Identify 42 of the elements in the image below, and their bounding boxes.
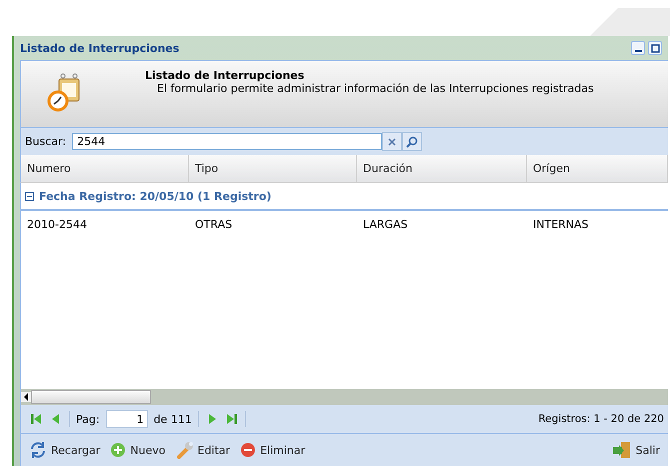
header-title: Listado de Interrupciones <box>145 69 306 82</box>
table-cell-text: 2010-2544 <box>26 218 88 230</box>
group-label: Fecha Registro: 20/05/10 (1 Registro) <box>39 190 272 202</box>
clear-button[interactable] <box>382 132 402 151</box>
maximize-button[interactable] <box>648 41 662 55</box>
page-count: de 111 <box>154 412 192 426</box>
search-field[interactable]: 2544 <box>72 133 382 150</box>
scroll-thumb[interactable] <box>31 390 151 404</box>
search-icon <box>406 136 418 148</box>
collapse-icon[interactable] <box>25 192 34 200</box>
table-cell-text: OTRAS <box>194 218 234 230</box>
minimize-icon <box>634 50 642 52</box>
first-page-icon[interactable] <box>29 412 43 426</box>
search-label: Buscar: <box>25 135 66 148</box>
last-page-icon[interactable] <box>224 412 239 426</box>
header-description: El formulario permite administrar información de las Interrupciones registradas <box>156 82 594 95</box>
table-cell-text: INTERNAS <box>532 218 590 230</box>
column-header[interactable]: Duración <box>357 155 527 182</box>
minimize-button[interactable] <box>631 41 645 55</box>
search-button[interactable] <box>402 132 422 151</box>
reload-button[interactable]: Recargar <box>25 439 104 461</box>
edit-button[interactable]: Editar <box>172 439 234 461</box>
column-header[interactable]: Numero <box>21 155 189 182</box>
plus-circle-icon <box>110 442 126 458</box>
exit-button[interactable]: Salir <box>608 439 664 461</box>
maximize-icon <box>650 44 660 52</box>
scroll-left-icon[interactable] <box>21 392 31 402</box>
window-title: Listado de Interrupciones <box>20 42 180 54</box>
page-label: Pag: <box>76 412 100 426</box>
column-header[interactable]: Tipo <box>189 155 357 182</box>
table-cell-text: LARGAS <box>362 218 409 230</box>
horizontal-scrollbar[interactable] <box>20 389 668 405</box>
close-icon <box>387 136 398 146</box>
refresh-icon <box>29 441 47 459</box>
records-summary: Registros: 1 - 20 de 220 <box>538 413 665 425</box>
delete-button[interactable]: Eliminar <box>236 440 310 460</box>
door-exit-icon <box>612 441 632 459</box>
new-button[interactable]: Nuevo <box>106 440 170 460</box>
page-field[interactable]: 1 <box>106 410 148 428</box>
minus-circle-icon <box>240 442 256 458</box>
wrench-icon <box>176 441 194 459</box>
column-header[interactable]: Orígen <box>527 155 668 182</box>
